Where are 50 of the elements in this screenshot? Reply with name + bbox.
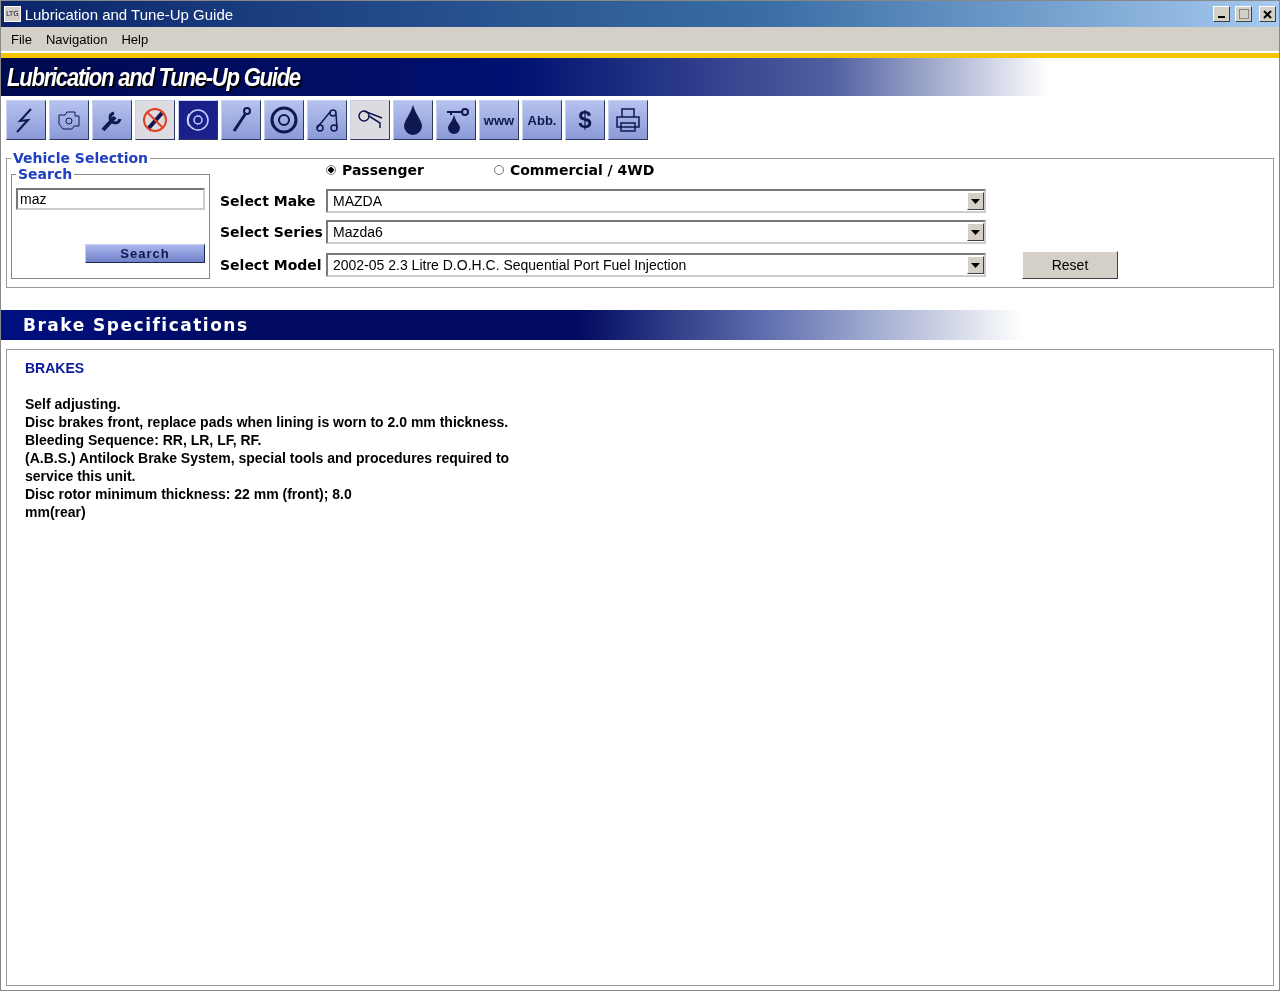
toolbar-button[interactable] — [49, 100, 89, 140]
toolbar-button[interactable] — [6, 100, 46, 140]
radio-option[interactable]: Passenger — [326, 162, 424, 178]
banner-title: Lubrication and Tune-Up Guide — [7, 61, 300, 93]
panel-title: Search — [17, 166, 74, 182]
radio-dot[interactable] — [493, 165, 504, 175]
menu-item[interactable]: File — [11, 31, 32, 47]
dropdown-field[interactable]: Mazda6 — [326, 220, 986, 244]
printer-icon — [613, 105, 643, 135]
toolbar-button[interactable]: www — [479, 100, 519, 140]
spec-text: Bleeding Sequence: RR, LR, LF, RF. — [25, 431, 263, 449]
toolbar-button[interactable]: Abb. — [522, 100, 562, 140]
radio-label: Passenger — [342, 162, 424, 178]
toolbar-button[interactable] — [92, 100, 132, 140]
toolbar-button[interactable] — [264, 100, 304, 140]
spec-text: Disc brakes front, replace pads when lining is worn to 2.0 mm thickness. — [25, 413, 510, 431]
toolbar-button[interactable] — [178, 100, 218, 140]
window-title: Lubrication and Tune-Up Guide — [24, 5, 235, 23]
spec-text: Disc rotor minimum thickness: 22 mm (front); 8.0 — [25, 485, 353, 503]
no-wrench-icon — [140, 105, 170, 135]
maximize-button[interactable] — [1235, 6, 1252, 22]
toolbar-button[interactable] — [436, 100, 476, 140]
search-field[interactable]: maz — [16, 188, 205, 210]
menu-item[interactable]: Help — [121, 31, 149, 47]
close-button[interactable] — [1259, 6, 1276, 22]
reset-button[interactable]: Reset — [1022, 251, 1118, 279]
toolbar-button[interactable] — [221, 100, 261, 140]
toolbar-button[interactable] — [307, 100, 347, 140]
spec-text: mm(rear) — [25, 503, 87, 521]
section-title: Brake Specifications — [23, 315, 249, 335]
wheel-icon — [269, 105, 299, 135]
dropdown-field[interactable]: 2002-05 2.3 Litre D.O.H.C. Sequential Port Fuel Injection — [326, 253, 986, 277]
maximize-icon — [1238, 9, 1249, 19]
minimize-button[interactable] — [1213, 6, 1230, 22]
menu-item[interactable]: Navigation — [45, 31, 108, 47]
spec-text: (A.B.S.) Antilock Brake System, special tools and procedures required to — [25, 449, 511, 467]
select-label: Select Make — [220, 193, 317, 209]
toolbar-button[interactable] — [393, 100, 433, 140]
select-label: Select Series — [220, 224, 324, 240]
toolbar-button[interactable]: $ — [565, 100, 605, 140]
dropdown-field[interactable]: MAZDA — [326, 189, 986, 213]
radio-dot[interactable] — [326, 165, 336, 175]
spec-text: service this unit. — [25, 467, 137, 485]
panel-title: Vehicle Selection — [12, 150, 150, 166]
content-heading: BRAKES — [25, 360, 86, 376]
search-button[interactable]: Search — [85, 244, 205, 263]
close-icon — [1263, 9, 1272, 19]
select-label: Select Model — [220, 257, 323, 273]
spec-text: Self adjusting. — [25, 395, 122, 413]
toolbar-button[interactable] — [608, 100, 648, 140]
